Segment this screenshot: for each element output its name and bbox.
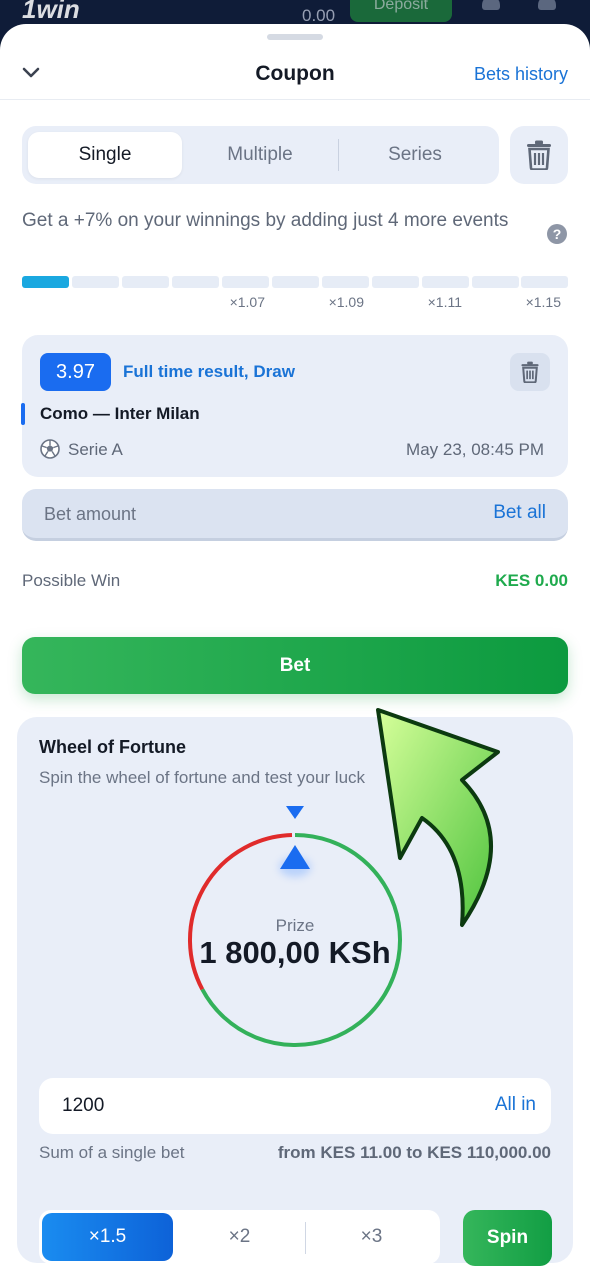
user-icon[interactable] [482,0,500,10]
bet-amount-field: Bet all [22,489,568,541]
bonus-multiplier: ×1.11 [427,294,462,310]
sum-caption: Sum of a single bet [39,1143,185,1162]
promo-text: Get a +7% on your winnings by adding jus… [22,210,509,231]
multiplier-option[interactable]: ×3 [306,1213,437,1261]
tab-series[interactable]: Series [338,132,492,178]
multiplier-selector: ×1.5 ×2 ×3 [39,1210,440,1264]
coupon-sheet: Coupon Bets history Single Multiple Seri… [0,24,590,1280]
wheel-subtitle: Spin the wheel of fortune and test your … [39,768,366,787]
multiplier-option[interactable]: ×1.5 [42,1213,173,1261]
wheel-bet-input[interactable] [62,1092,362,1120]
progress-segment [22,276,69,288]
prize-label: Prize [275,916,315,935]
trash-icon [521,361,539,383]
deposit-button[interactable]: Deposit [350,0,452,22]
bet-amount-input[interactable] [44,501,424,527]
bonus-multiplier: ×1.15 [525,294,561,310]
drag-handle[interactable] [267,34,323,40]
prize-value: 1 800,00 KSh [199,935,391,970]
balance: 0.00 [302,6,336,25]
place-bet-button[interactable]: Bet [22,637,568,694]
chevron-down-icon[interactable] [22,64,40,82]
coupon-header: Coupon Bets history [0,54,590,100]
football-icon [40,439,60,459]
match-name: Como — Inter Milan [40,404,200,423]
wheel-bet-field: All in [39,1078,551,1134]
progress-segment [72,276,119,288]
progress-segment [122,276,169,288]
spin-button[interactable]: Spin [463,1210,552,1266]
progress-segment [422,276,469,288]
pointer-top-icon [286,806,304,819]
bet-slip-card: 3.97 Full time result, Draw Como — Inter… [21,335,568,477]
brand-logo: 1win [22,0,80,24]
multiplier-option[interactable]: ×2 [174,1213,305,1261]
selection-accent [21,403,25,425]
all-in-button[interactable]: All in [495,1094,536,1116]
help-icon[interactable]: ? [547,224,567,244]
bet-range: from KES 11.00 to KES 110,000.00 [277,1143,551,1162]
remove-bet-button[interactable] [510,353,550,391]
league-name: Serie A [68,440,123,459]
bets-history-link[interactable]: Bets history [474,64,568,85]
progress-segment [222,276,269,288]
bell-icon[interactable] [538,0,556,10]
possible-win-label: Possible Win [22,571,121,590]
tab-single[interactable]: Single [28,132,182,178]
trash-icon [527,140,551,170]
tab-multiple[interactable]: Multiple [183,132,337,178]
progress-segment [322,276,369,288]
clear-coupon-button[interactable] [510,126,568,184]
wheel-title: Wheel of Fortune [39,737,186,757]
bonus-multiplier: ×1.07 [229,294,265,310]
pointer-arrow-icon [280,845,310,869]
bet-all-button[interactable]: Bet all [493,502,546,524]
market-label: Full time result, Draw [123,362,295,381]
progress-segment [521,276,568,288]
odds-badge: 3.97 [40,353,111,391]
possible-win-value: KES 0.00 [495,571,568,590]
bonus-multiplier: ×1.09 [328,294,364,310]
progress-segment [372,276,419,288]
progress-segment [472,276,519,288]
progress-segment [272,276,319,288]
express-bonus-progress [22,276,568,288]
match-date: May 23, 08:45 PM [406,440,544,459]
bet-type-tabs: Single Multiple Series [22,126,499,184]
progress-segment [172,276,219,288]
wheel-of-fortune-panel: Wheel of Fortune Spin the wheel of fortu… [17,717,573,1266]
